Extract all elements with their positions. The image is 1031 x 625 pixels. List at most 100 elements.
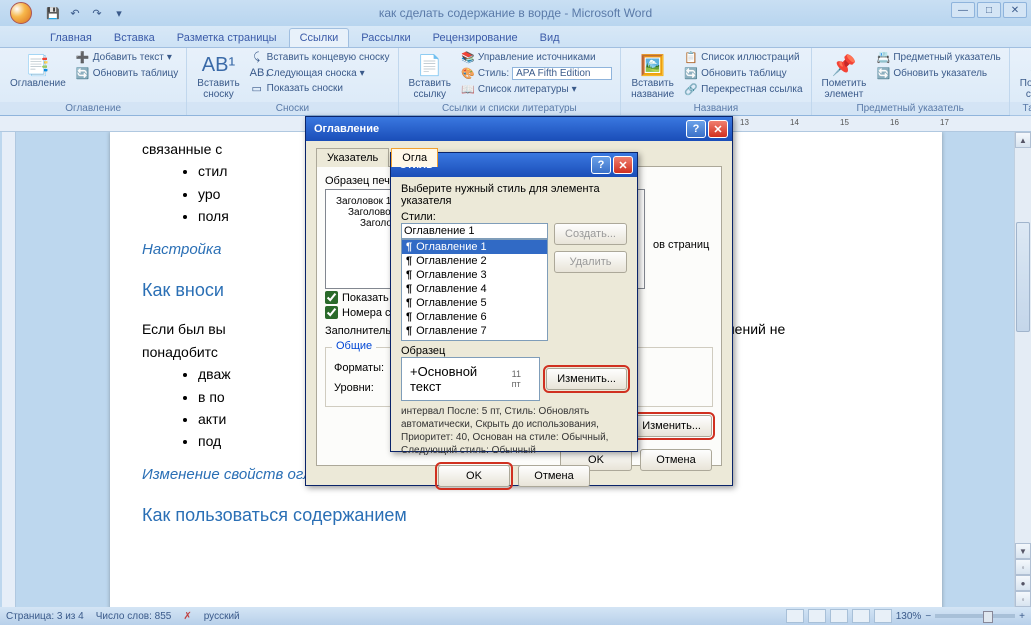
zoom-out-icon[interactable]: −	[925, 611, 931, 622]
office-button[interactable]	[4, 0, 38, 26]
view-draft-icon[interactable]	[874, 609, 892, 623]
scroll-down-icon[interactable]: ▼	[1015, 543, 1031, 559]
insert-endnote-button[interactable]: ⤹Вставить концевую сноску	[248, 50, 392, 65]
add-text-button[interactable]: ➕Добавить текст ▾	[74, 50, 181, 65]
new-style-button[interactable]: Создать...	[554, 223, 627, 245]
status-page[interactable]: Страница: 3 из 4	[6, 611, 84, 622]
view-read-icon[interactable]	[808, 609, 826, 623]
web-preview-fragment: ов страниц	[653, 189, 713, 289]
styles-listbox[interactable]: ¶Оглавление 1 ¶Оглавление 2 ¶Оглавление …	[401, 239, 548, 341]
tab-mailings[interactable]: Рассылки	[351, 29, 420, 47]
tab-toc[interactable]: Огла	[391, 148, 438, 167]
group-toc: 📑 Оглавление ➕Добавить текст ▾ 🔄Обновить…	[0, 48, 187, 115]
list-item: ¶Оглавление 2	[402, 254, 547, 268]
update-toc-button[interactable]: 🔄Обновить таблицу	[74, 66, 181, 81]
scrollbar-vertical[interactable]: ▲ ▼ ◦ ● ◦	[1014, 132, 1031, 607]
style-cancel-button[interactable]: Отмена	[518, 465, 590, 487]
biblio-icon: 📖	[461, 83, 475, 96]
toc-icon: 📑	[25, 52, 50, 78]
group-label: Сноски	[187, 102, 397, 115]
plus-icon: ➕	[76, 51, 90, 64]
zoom-in-icon[interactable]: +	[1019, 611, 1025, 622]
list-item: ¶Оглавление 6	[402, 310, 547, 324]
tab-references[interactable]: Ссылки	[289, 28, 350, 47]
help-button[interactable]: ?	[591, 156, 611, 174]
dialog-titlebar[interactable]: Оглавление ? ✕	[306, 117, 732, 141]
save-icon[interactable]: 💾	[44, 4, 62, 22]
qat-customize-icon[interactable]: ▾	[110, 4, 128, 22]
xref-icon: 🔗	[684, 83, 698, 96]
restore-button[interactable]: □	[977, 2, 1001, 18]
view-outline-icon[interactable]	[852, 609, 870, 623]
show-footnotes-button[interactable]: ▭Показать сноски	[248, 81, 392, 96]
manage-sources-button[interactable]: 📚Управление источниками	[459, 50, 614, 65]
scroll-up-icon[interactable]: ▲	[1015, 132, 1031, 148]
insert-index-button[interactable]: 📇Предметный указатель	[874, 50, 1002, 65]
help-button[interactable]: ?	[686, 120, 706, 138]
style-modify-button[interactable]: Изменить...	[546, 368, 627, 390]
citation-style[interactable]: 🎨Стиль: APA Fifth Edition	[459, 66, 614, 81]
tab-home[interactable]: Главная	[40, 29, 102, 47]
browse-object-icon[interactable]: ●	[1015, 575, 1031, 591]
refresh-icon: 🔄	[876, 67, 890, 80]
scroll-thumb[interactable]	[1016, 222, 1030, 332]
toc-modify-button[interactable]: Изменить...	[631, 415, 712, 437]
manage-icon: 📚	[461, 51, 475, 64]
heading: Как пользоваться содержанием	[142, 501, 910, 530]
prev-page-icon[interactable]: ◦	[1015, 559, 1031, 575]
style-select[interactable]: APA Fifth Edition	[512, 67, 612, 80]
toc-button[interactable]: 📑 Оглавление	[6, 50, 70, 91]
styles-label: Стили:	[401, 211, 627, 223]
status-words[interactable]: Число слов: 855	[96, 611, 172, 622]
minimize-button[interactable]: —	[951, 2, 975, 18]
proofing-icon[interactable]: ✗	[183, 611, 191, 622]
status-language[interactable]: русский	[204, 611, 240, 622]
status-bar: Страница: 3 из 4 Число слов: 855 ✗ русск…	[0, 607, 1031, 625]
group-captions: 🖼️ Вставить название 📋Список иллюстраций…	[621, 48, 811, 115]
style-hint: Выберите нужный стиль для элемента указа…	[401, 183, 627, 207]
ruler-vertical[interactable]	[2, 132, 16, 607]
zoom-slider[interactable]	[935, 614, 1015, 618]
close-icon[interactable]: ✕	[613, 156, 633, 174]
insert-citation-button[interactable]: 📄 Вставить ссылку	[405, 50, 455, 102]
next-footnote-button[interactable]: AB↓Следующая сноска ▾	[248, 66, 392, 80]
group-citations: 📄 Вставить ссылку 📚Управление источникам…	[399, 48, 622, 115]
update-index-button[interactable]: 🔄Обновить указатель	[874, 66, 1002, 81]
bibliography-button[interactable]: 📖Список литературы ▾	[459, 82, 614, 97]
mark-citation-button[interactable]: ⚖️ Пометить ссылку	[1016, 50, 1031, 102]
refresh-icon: 🔄	[684, 67, 698, 80]
redo-icon[interactable]: ↷	[88, 4, 106, 22]
toc-cancel-button[interactable]: Отмена	[640, 449, 712, 471]
style-name-input[interactable]	[401, 223, 548, 239]
insert-caption-button[interactable]: 🖼️ Вставить название	[627, 50, 678, 102]
close-icon[interactable]: ✕	[708, 120, 728, 138]
mark-entry-button[interactable]: 📌 Пометить элемент	[818, 50, 871, 102]
list-item: ¶Оглавление 5	[402, 296, 547, 310]
next-page-icon[interactable]: ◦	[1015, 591, 1031, 607]
list-item: ¶Оглавление 4	[402, 282, 547, 296]
close-button[interactable]: ✕	[1003, 2, 1027, 18]
figures-list-button[interactable]: 📋Список иллюстраций	[682, 50, 804, 65]
title-bar: 💾 ↶ ↷ ▾ как сделать содержание в ворде -…	[0, 0, 1031, 26]
sample-preview: +Основной текст11 пт	[401, 357, 540, 401]
cross-ref-button[interactable]: 🔗Перекрестная ссылка	[682, 82, 804, 97]
undo-icon[interactable]: ↶	[66, 4, 84, 22]
style-icon: 🎨	[461, 67, 475, 80]
group-authorities: ⚖️ Пометить ссылку Таблица ссылок	[1010, 48, 1031, 115]
update-captions-button[interactable]: 🔄Обновить таблицу	[682, 66, 804, 81]
style-ok-button[interactable]: OK	[438, 465, 510, 487]
tab-index[interactable]: Указатель	[316, 148, 389, 167]
sample-label: Образец	[401, 345, 627, 357]
citation-icon: 📄	[417, 52, 442, 78]
insert-footnote-button[interactable]: AB¹ Вставить сноску	[193, 50, 243, 102]
tab-layout[interactable]: Разметка страницы	[167, 29, 287, 47]
next-footnote-icon: AB↓	[250, 67, 264, 79]
ribbon-tabs: Главная Вставка Разметка страницы Ссылки…	[0, 26, 1031, 48]
view-print-icon[interactable]	[786, 609, 804, 623]
tab-review[interactable]: Рецензирование	[423, 29, 528, 47]
delete-style-button[interactable]: Удалить	[554, 251, 627, 273]
tab-insert[interactable]: Вставка	[104, 29, 165, 47]
zoom-level[interactable]: 130%	[896, 611, 922, 622]
view-web-icon[interactable]	[830, 609, 848, 623]
tab-view[interactable]: Вид	[530, 29, 570, 47]
